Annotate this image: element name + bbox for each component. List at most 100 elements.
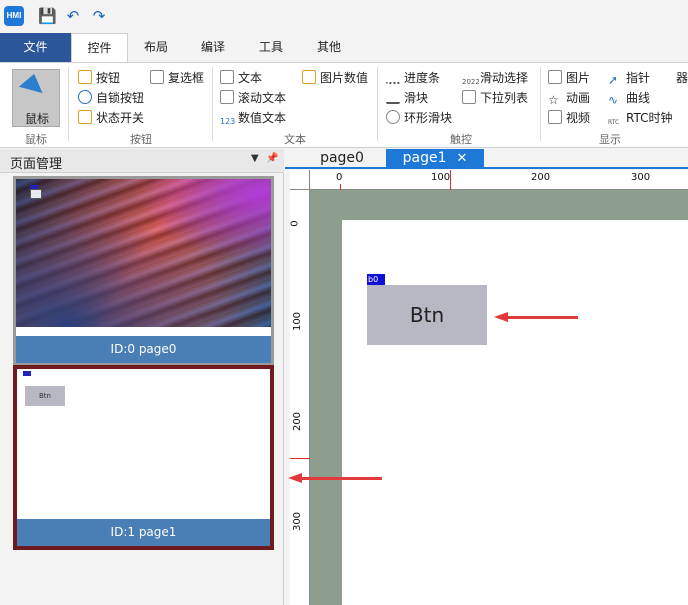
video-icon	[548, 110, 562, 124]
control-number-text[interactable]: 123 数值文本	[220, 109, 286, 127]
page-thumbnail-page0[interactable]: ID:0 page0	[13, 176, 274, 366]
dropdown-icon	[462, 90, 476, 104]
slide-select-icon: 2022	[462, 78, 480, 86]
button-component-b0[interactable]: Btn	[367, 285, 487, 345]
control-pointer[interactable]: ➚ 指针	[608, 69, 650, 87]
page-thumbnail-page1[interactable]: Btn ID:1 page1	[13, 365, 274, 550]
group-label-button: 按钮	[130, 133, 152, 146]
progress-bar-icon	[386, 70, 400, 84]
control-progress-bar[interactable]: 进度条	[386, 69, 440, 87]
slider-icon	[386, 90, 400, 104]
arrow-shaft	[300, 477, 382, 480]
ruler-label: 200	[292, 411, 304, 432]
group-label-touch: 触控	[450, 133, 472, 146]
control-ring-slider[interactable]: 环形滑块	[386, 109, 452, 127]
ruler-label: 300	[631, 172, 651, 183]
rtc-icon: RTC	[608, 119, 620, 126]
number-text-icon: 123	[220, 117, 236, 126]
control-button[interactable]: 按钮	[78, 69, 120, 87]
page-design-area[interactable]	[342, 220, 688, 605]
control-animation[interactable]: ☆ 动画	[548, 89, 590, 107]
app-logo: HMI	[4, 6, 24, 26]
page-manager-panel: 页面管理 ▼ 📌 ID:0 page0 Btn ID:1 page1	[0, 149, 284, 605]
ruler-label: 0	[336, 172, 343, 183]
curve-icon: ∿	[608, 93, 619, 107]
control-curve[interactable]: ∿ 曲线	[608, 89, 650, 107]
control-checkbox[interactable]: 复选框	[150, 69, 204, 87]
group-separator	[540, 67, 541, 141]
arrow-shaft	[506, 316, 578, 319]
image-icon	[548, 70, 562, 84]
switch-icon	[78, 110, 92, 124]
panel-header: 页面管理 ▼ 📌	[0, 149, 284, 173]
control-slider[interactable]: 滑块	[386, 89, 428, 107]
mini-component-tag	[23, 371, 31, 376]
mini-picture-icon	[30, 189, 42, 199]
group-label-display: 显示	[599, 133, 621, 146]
group-separator	[377, 67, 378, 141]
menu-tab-compile[interactable]: 编译	[184, 33, 242, 62]
horizontal-ruler: 0 100 200 300	[310, 170, 688, 190]
ruler-label: 100	[292, 311, 304, 332]
cursor-position-marker	[450, 170, 451, 190]
hand-pointer-icon	[78, 70, 92, 84]
page-caption: ID:0 page0	[16, 336, 271, 363]
control-image[interactable]: 图片	[548, 69, 590, 87]
menu-tab-tools[interactable]: 工具	[242, 33, 300, 62]
menu-tab-layout[interactable]: 布局	[128, 33, 184, 62]
mouse-tool-label: 鼠标	[24, 112, 49, 126]
document-tabs: page0 page1 ✕	[285, 149, 688, 169]
group-label-text: 文本	[284, 133, 306, 146]
group-label-mouse: 鼠标	[25, 133, 47, 146]
control-overflow[interactable]: 器	[676, 69, 688, 87]
cursor-arrow-icon	[18, 73, 48, 103]
lock-button-icon	[78, 90, 92, 104]
cursor-position-marker	[290, 458, 310, 459]
redo-icon[interactable]: ↷	[90, 7, 108, 25]
mini-button-preview: Btn	[25, 386, 65, 406]
menu-tab-file[interactable]: 文件	[0, 33, 71, 62]
tab-page1[interactable]: page1 ✕	[386, 149, 484, 168]
menu-tab-other[interactable]: 其他	[300, 33, 358, 62]
pointer-needle-icon: ➚	[608, 73, 619, 87]
image-number-icon	[302, 70, 316, 84]
save-icon[interactable]: 💾	[38, 7, 57, 25]
scroll-text-icon	[220, 90, 234, 104]
component-id-tag: b0	[367, 274, 385, 285]
group-separator	[68, 67, 69, 141]
pin-icon[interactable]: 📌	[266, 153, 278, 164]
vertical-ruler: 0 100 200 300	[290, 190, 310, 605]
control-text[interactable]: 文本	[220, 69, 262, 87]
page-caption: ID:1 page1	[17, 519, 270, 546]
design-canvas[interactable]: 0 100 200 300 0 100 200 300 b0 Btn	[290, 170, 688, 605]
control-video[interactable]: 视频	[548, 109, 590, 127]
mouse-tool-button[interactable]: 鼠标	[12, 69, 60, 127]
text-icon	[220, 70, 234, 84]
wallpaper-image	[16, 179, 271, 327]
ruler-corner	[290, 170, 310, 190]
checkbox-icon	[150, 70, 164, 84]
ring-slider-icon	[386, 110, 400, 124]
panel-title: 页面管理	[10, 157, 63, 172]
menu-bar: 文件 控件 布局 编译 工具 其他	[0, 33, 688, 63]
dropdown-triangle-icon[interactable]: ▼	[251, 153, 259, 164]
control-state-switch[interactable]: 状态开关	[78, 109, 144, 127]
control-rtc-clock[interactable]: RTC RTC时钟	[608, 109, 672, 127]
group-separator	[212, 67, 213, 141]
control-slide-select[interactable]: 2022滑动选择	[462, 69, 528, 87]
star-icon: ☆	[548, 93, 559, 107]
tab-page0[interactable]: page0	[297, 149, 387, 168]
ruler-label: 200	[531, 172, 551, 183]
undo-icon[interactable]: ↶	[64, 7, 82, 25]
control-dropdown[interactable]: 下拉列表	[462, 89, 528, 107]
ruler-label: 0	[289, 220, 301, 227]
title-bar: HMI 💾 ↶ ↷	[0, 0, 688, 33]
ribbon: 鼠标 鼠标 按钮 复选框 自锁按钮 状态开关 按钮 文本 图片数值 滚动文本 1…	[0, 62, 688, 148]
menu-tab-controls[interactable]: 控件	[71, 33, 128, 63]
ruler-label: 300	[292, 511, 304, 532]
control-scroll-text[interactable]: 滚动文本	[220, 89, 286, 107]
close-icon[interactable]: ✕	[456, 149, 467, 168]
control-lock-button[interactable]: 自锁按钮	[78, 89, 144, 107]
control-image-number[interactable]: 图片数值	[302, 69, 368, 87]
ruler-label: 100	[431, 172, 451, 183]
